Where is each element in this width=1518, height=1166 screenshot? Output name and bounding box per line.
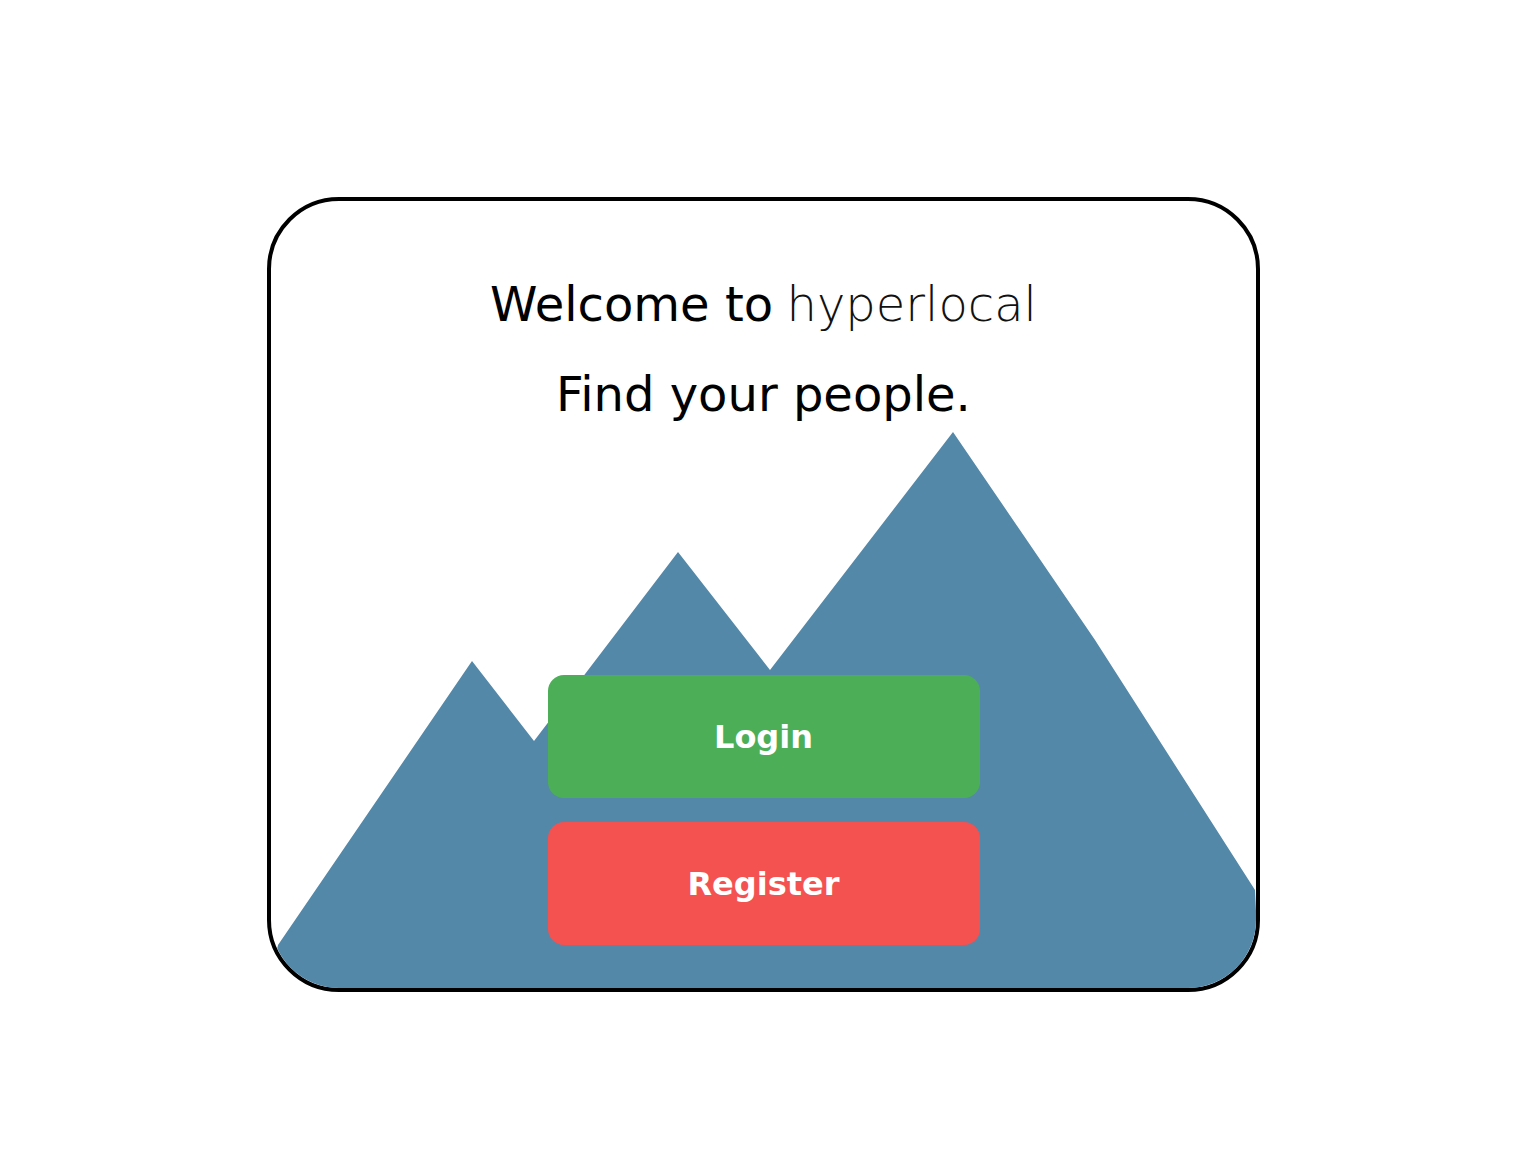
welcome-card: Welcome tohyperlocalFind your people. Lo… (267, 197, 1260, 992)
welcome-line: Welcome tohyperlocal (490, 259, 1037, 349)
button-group: Login Register (548, 675, 980, 945)
register-button[interactable]: Register (548, 822, 980, 945)
tagline: Find your people. (556, 349, 971, 439)
welcome-text: Welcome to (490, 259, 773, 349)
brand-name: hyperlocal (787, 259, 1037, 349)
login-button[interactable]: Login (548, 675, 980, 798)
heading: Welcome tohyperlocalFind your people. (490, 201, 1037, 439)
